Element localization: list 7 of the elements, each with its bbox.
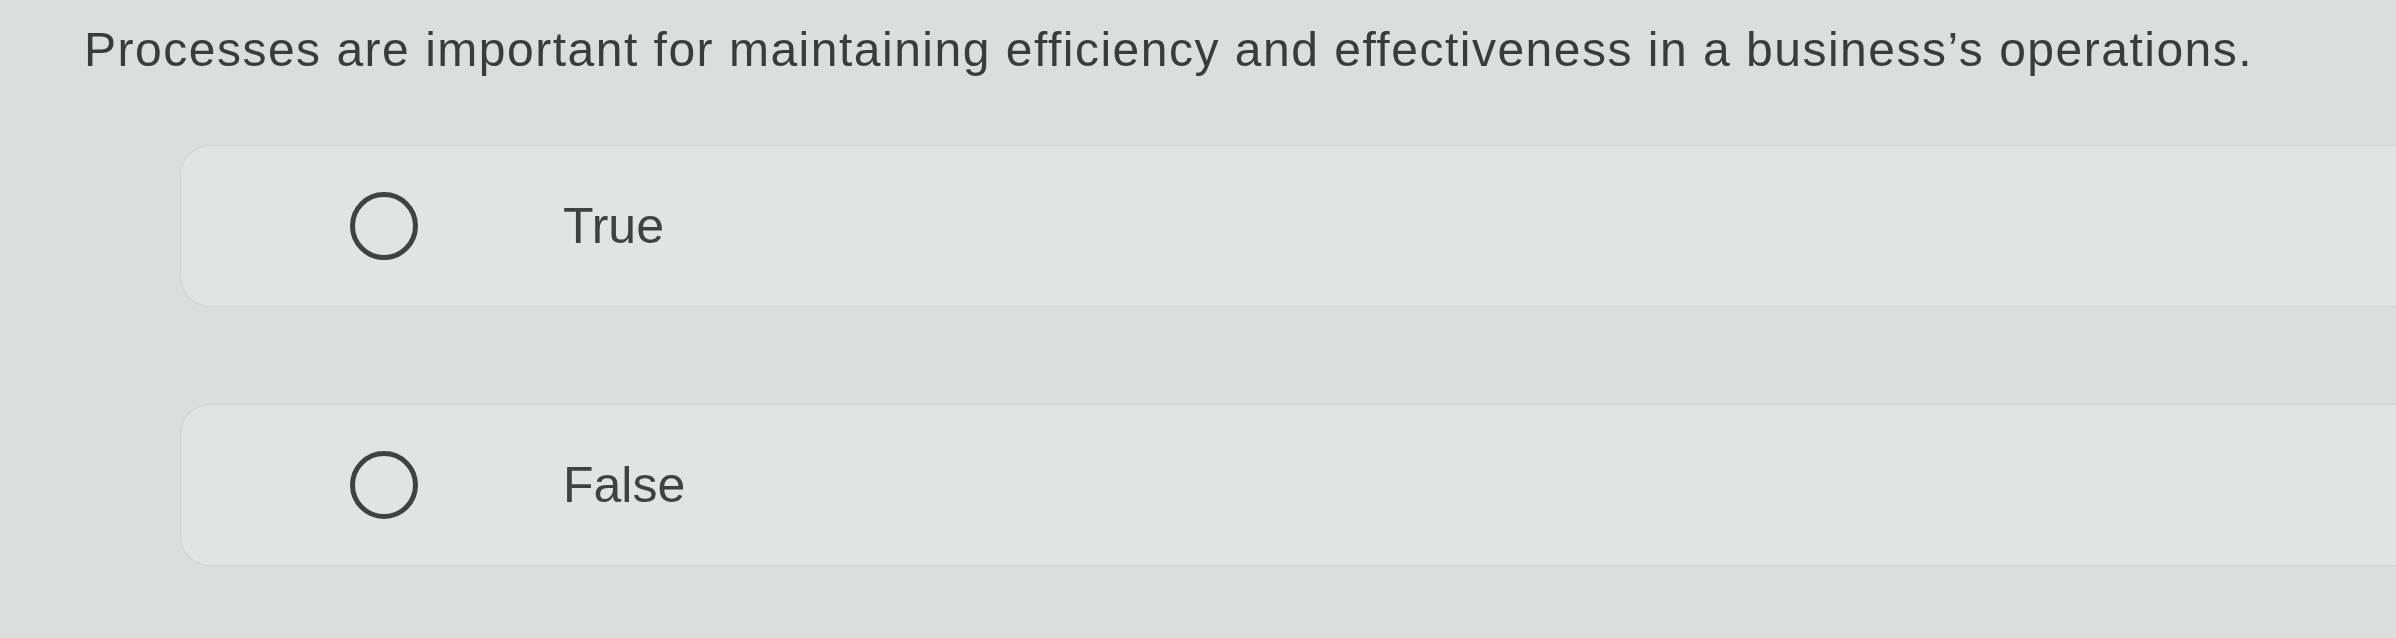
radio-button[interactable] bbox=[350, 192, 418, 260]
answer-option[interactable]: False bbox=[180, 404, 2396, 566]
option-label: False bbox=[563, 456, 686, 515]
option-label: True bbox=[563, 197, 664, 256]
question-text: Processes are important for maintaining efficiency and effectiveness in a business’s operations. bbox=[84, 22, 2254, 78]
radio-button[interactable] bbox=[350, 451, 418, 519]
answer-option[interactable]: True bbox=[180, 145, 2396, 307]
